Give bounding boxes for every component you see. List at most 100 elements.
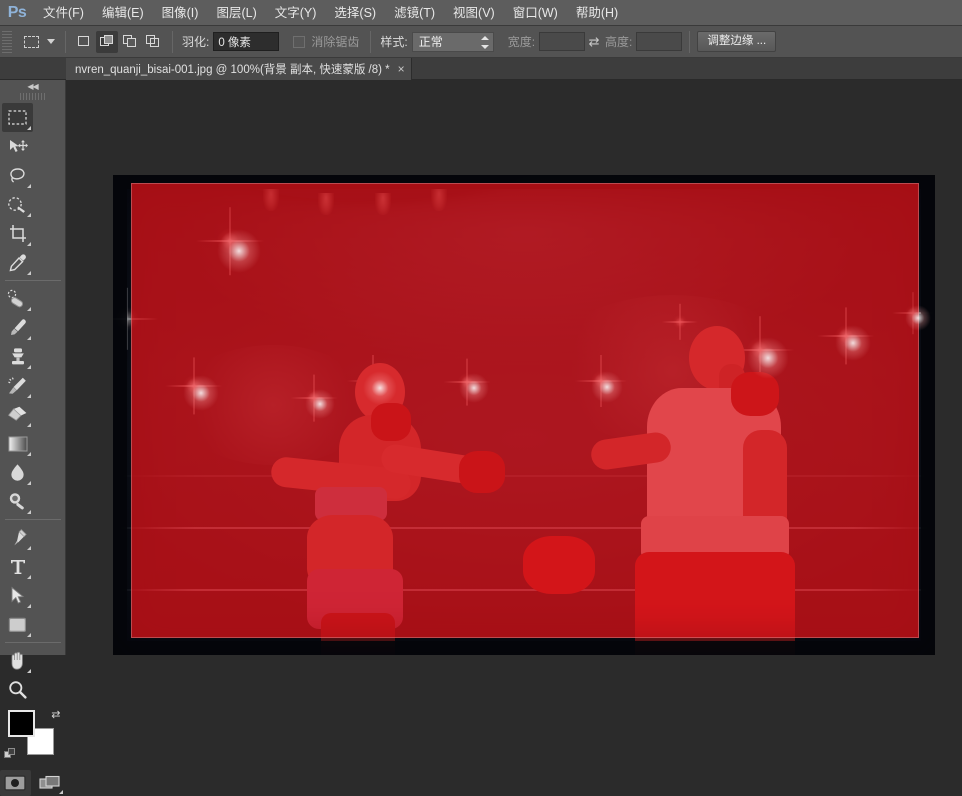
menu-type[interactable]: 文字(Y) <box>266 0 326 26</box>
document-tab[interactable]: nvren_quanji_bisai-001.jpg @ 100%(背景 副本,… <box>66 58 412 80</box>
document-tab-bar: nvren_quanji_bisai-001.jpg @ 100%(背景 副本,… <box>0 58 962 80</box>
style-label: 样式: <box>380 35 408 49</box>
tool-submenu-indicator <box>27 242 31 246</box>
tool-submenu-indicator <box>27 423 31 427</box>
path-selection-tool[interactable] <box>2 581 33 610</box>
width-label: 宽度: <box>507 35 536 49</box>
tool-submenu-indicator <box>27 669 31 673</box>
close-icon[interactable]: × <box>398 63 405 75</box>
tool-submenu-indicator <box>27 546 31 550</box>
document-tab-title: nvren_quanji_bisai-001.jpg @ 100%(背景 副本,… <box>75 64 390 76</box>
tool-grid <box>0 523 65 639</box>
menu-file[interactable]: 文件(F) <box>34 0 93 26</box>
tool-submenu-indicator <box>27 184 31 188</box>
tool-submenu-indicator <box>27 633 31 637</box>
tool-submenu-indicator <box>27 365 31 369</box>
document-image <box>113 175 935 655</box>
style-select-value: 正常 <box>418 34 443 49</box>
tool-submenu-indicator <box>27 604 31 608</box>
menu-view[interactable]: 视图(V) <box>444 0 504 26</box>
menu-window[interactable]: 窗口(W) <box>504 0 567 26</box>
tool-submenu-indicator <box>27 126 31 130</box>
options-bar-grip[interactable] <box>2 30 12 53</box>
menu-image[interactable]: 图像(I) <box>153 0 208 26</box>
intersect-selection-button[interactable] <box>142 31 164 53</box>
history-brush-tool[interactable] <box>2 371 33 400</box>
selection-mode-group <box>73 30 165 53</box>
gradient-tool[interactable] <box>2 429 33 458</box>
move-tool[interactable] <box>2 132 33 161</box>
tool-submenu-indicator <box>59 790 63 794</box>
rectangular-marquee-icon[interactable] <box>18 30 44 54</box>
rectangular-marquee-tool[interactable] <box>2 103 33 132</box>
swap-dimensions-icon[interactable]: ⇄ <box>585 34 603 50</box>
horizontal-type-tool[interactable] <box>2 552 33 581</box>
new-selection-button[interactable] <box>73 31 95 53</box>
menu-filter[interactable]: 滤镜(T) <box>385 0 444 26</box>
width-input[interactable] <box>539 32 586 51</box>
clone-stamp-tool[interactable] <box>2 342 33 371</box>
collapse-panel-icon[interactable]: ◀◀ <box>0 80 65 93</box>
quick-mask-mode-button[interactable] <box>0 770 31 796</box>
divider <box>689 30 691 53</box>
tool-submenu-indicator <box>27 213 31 217</box>
foreground-color-swatch[interactable] <box>7 710 35 737</box>
options-bar: 羽化: 消除锯齿 样式: 正常 宽度: ⇄ 高度: 调整边缘 ... <box>0 26 962 58</box>
canvas-area[interactable] <box>66 80 962 655</box>
tool-grid <box>0 103 65 277</box>
tool-preset-chevron-down-icon[interactable] <box>44 31 58 53</box>
tool-submenu-indicator <box>27 452 31 456</box>
tool-submenu-indicator <box>27 575 31 579</box>
tool-submenu-indicator <box>27 481 31 485</box>
refine-edge-button[interactable]: 调整边缘 ... <box>697 31 777 52</box>
feather-input[interactable] <box>213 32 280 51</box>
rectangle-tool[interactable] <box>2 610 33 639</box>
zoom-tool[interactable] <box>2 675 33 704</box>
blur-tool[interactable] <box>2 458 33 487</box>
tool-submenu-indicator <box>27 307 31 311</box>
divider <box>4 280 61 281</box>
brush-tool[interactable] <box>2 313 33 342</box>
spot-healing-brush-tool[interactable] <box>2 284 33 313</box>
divider <box>172 30 173 53</box>
subtract-from-selection-button[interactable] <box>119 31 141 53</box>
add-to-selection-button[interactable] <box>96 30 118 53</box>
swap-colors-icon[interactable]: ⇄ <box>51 708 60 721</box>
menu-help[interactable]: 帮助(H) <box>567 0 627 26</box>
divider <box>65 30 66 53</box>
tool-submenu-indicator <box>27 394 31 398</box>
antialias-checkbox[interactable] <box>293 35 306 48</box>
mode-buttons <box>0 770 65 796</box>
menu-select[interactable]: 选择(S) <box>325 0 385 26</box>
crop-tool[interactable] <box>2 219 33 248</box>
menu-layer[interactable]: 图层(L) <box>207 0 265 26</box>
eyedropper-tool[interactable] <box>2 248 33 277</box>
photoshop-logo: Ps <box>7 3 27 21</box>
hand-tool[interactable] <box>2 646 33 675</box>
color-swatches: ⇄ <box>2 708 64 762</box>
image-canvas[interactable] <box>113 175 935 655</box>
style-select[interactable]: 正常 <box>411 31 494 52</box>
screen-mode-button[interactable] <box>35 770 66 796</box>
height-input[interactable] <box>636 32 683 51</box>
menu-bar: Ps 文件(F) 编辑(E) 图像(I) 图层(L) 文字(Y) 选择(S) 滤… <box>0 0 962 26</box>
height-label: 高度: <box>605 35 633 49</box>
tool-panel-grip[interactable] <box>19 93 46 100</box>
pen-tool[interactable] <box>2 523 33 552</box>
menu-edit[interactable]: 编辑(E) <box>93 0 153 26</box>
quick-selection-tool[interactable] <box>2 190 33 219</box>
tool-grid <box>0 284 65 516</box>
antialias-label: 消除锯齿 <box>311 35 360 49</box>
tool-submenu-indicator <box>27 510 31 514</box>
chevron-updown-icon <box>480 35 489 49</box>
feather-label: 羽化: <box>182 35 210 49</box>
tool-submenu-indicator <box>27 271 31 275</box>
eraser-tool[interactable] <box>2 400 33 429</box>
divider <box>4 642 61 643</box>
dodge-tool[interactable] <box>2 487 33 516</box>
divider <box>370 30 372 53</box>
reset-colors-icon[interactable] <box>3 748 15 759</box>
divider <box>4 519 61 520</box>
tool-panel: ◀◀ ⇄ <box>0 80 66 796</box>
lasso-tool[interactable] <box>2 161 33 190</box>
